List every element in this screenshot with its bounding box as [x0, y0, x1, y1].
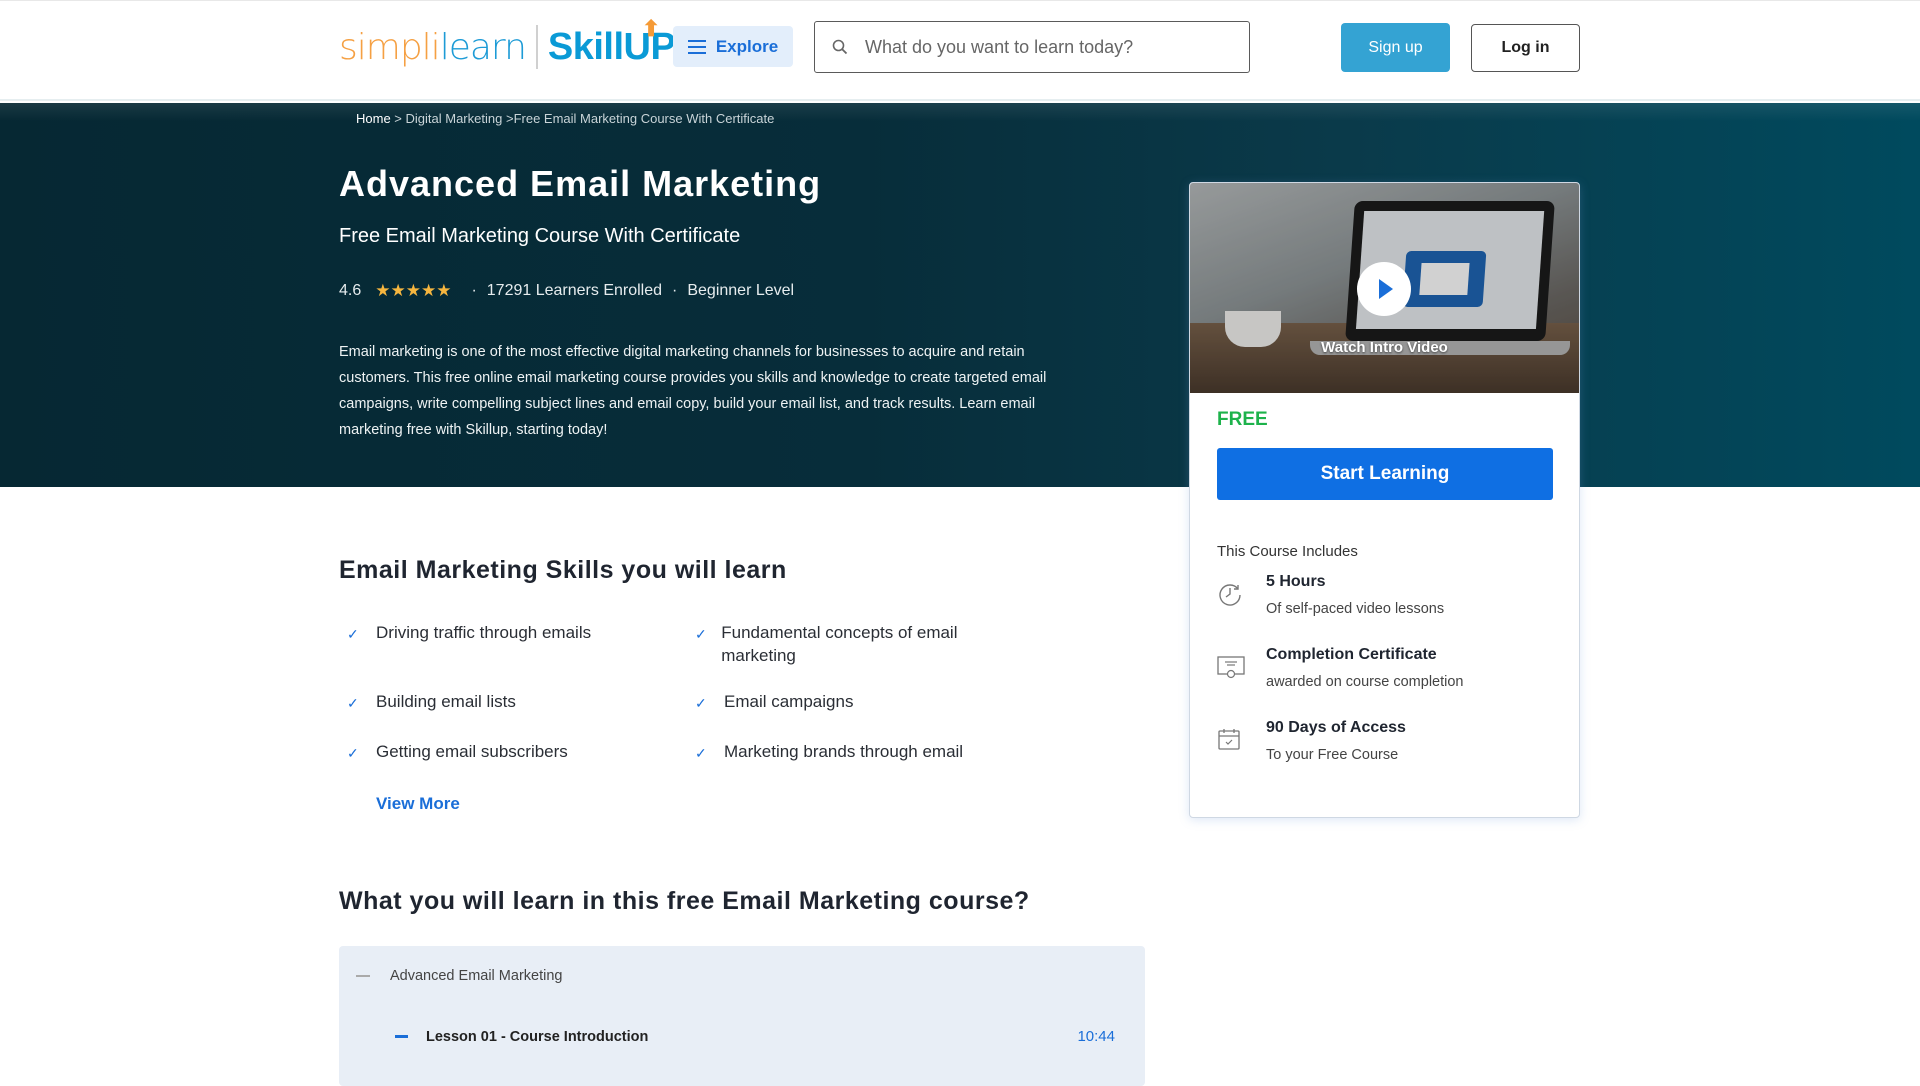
hamburger-menu-icon [687, 39, 706, 54]
course-description: Email marketing is one of the most effec… [339, 344, 1047, 438]
curriculum-accordion: Advanced Email Marketing Lesson 01 - Cou… [339, 946, 1145, 1086]
skill-label: Marketing brands through email [724, 742, 964, 761]
site-header: simplilearn SkillUP⬆ Explore Sign up Log… [0, 0, 1920, 101]
lesson-collapse-icon [395, 1035, 408, 1038]
lesson-title: Lesson 01 - Course Introduction [426, 1028, 649, 1045]
skill-item: ✓ Fundamental concepts of email marketing [687, 621, 1007, 667]
watch-intro-video-label[interactable]: Watch Intro Video [1190, 339, 1579, 356]
simplilearn-skillup-logo[interactable]: simpli learn SkillUP ⬆ [339, 16, 676, 75]
checkmark-icon: ✓ [695, 626, 707, 642]
include-subtitle: To your Free Course [1266, 747, 1399, 763]
skill-item: ✓ Getting email subscribers [339, 740, 679, 765]
skill-item: ✓ Marketing brands through email [687, 740, 1007, 765]
certificate-icon [1217, 646, 1266, 690]
explore-label: Explore [715, 36, 779, 56]
logo-simpli-text: simpli [339, 26, 441, 68]
meta-separator: · [471, 282, 477, 299]
logo-divider [535, 25, 538, 69]
skill-label: Getting email subscribers [376, 742, 568, 761]
skill-label: Driving traffic through emails [376, 623, 592, 642]
skill-label: Email campaigns [724, 692, 854, 711]
search-icon [815, 39, 865, 55]
breadcrumb-current: Free Email Marketing Course With Certifi… [513, 111, 775, 126]
collapse-icon [356, 975, 370, 977]
meta-separator: · [672, 282, 678, 299]
lesson-duration: 10:44 [1077, 1028, 1115, 1045]
checkmark-icon: ✓ [347, 626, 359, 642]
search-box[interactable] [814, 21, 1250, 73]
skills-section-title: Email Marketing Skills you will learn [339, 556, 787, 584]
breadcrumb-separator: > [390, 111, 406, 126]
course-title: Advanced Email Marketing [339, 163, 822, 204]
include-subtitle: Of self-paced video lessons [1266, 601, 1445, 617]
skill-item: ✓ Email campaigns [687, 690, 1007, 715]
include-title: 5 Hours [1266, 573, 1326, 590]
skill-item: ✓ Building email lists [339, 690, 679, 715]
include-title: 90 Days of Access [1266, 719, 1406, 736]
include-item-certificate: Completion Certificate awarded on course… [1217, 646, 1463, 690]
logo-learn-text: learn [439, 26, 527, 68]
course-includes-title: This Course Includes [1217, 543, 1358, 560]
breadcrumb-home[interactable]: Home [356, 111, 391, 126]
explore-button[interactable]: Explore [673, 26, 793, 67]
skill-label: Building email lists [376, 692, 516, 711]
include-item-access: 90 Days of Access To your Free Course [1217, 719, 1406, 763]
accordion-section-header[interactable]: Advanced Email Marketing [356, 968, 562, 984]
sign-up-button[interactable]: Sign up [1341, 23, 1450, 72]
arrow-up-icon: ⬆ [641, 15, 660, 41]
view-more-link[interactable]: View More [376, 794, 460, 814]
skill-label: Fundamental concepts of email marketing [721, 623, 958, 665]
price-label: FREE [1217, 409, 1268, 430]
search-input[interactable] [865, 36, 1225, 58]
course-subtitle: Free Email Marketing Course With Certifi… [339, 225, 741, 247]
calendar-icon [1217, 719, 1266, 763]
checkmark-icon: ✓ [347, 745, 359, 761]
include-item-hours: 5 Hours Of self-paced video lessons [1217, 573, 1444, 617]
star-rating-icons: ★★★★★ [375, 281, 452, 300]
play-icon[interactable] [1357, 262, 1411, 316]
include-subtitle: awarded on course completion [1266, 674, 1464, 690]
checkmark-icon: ✓ [695, 745, 707, 761]
course-level: Beginner Level [687, 282, 795, 299]
log-in-button[interactable]: Log in [1471, 24, 1580, 72]
learners-enrolled: 17291 Learners Enrolled [486, 282, 663, 299]
logo-skillup-text: SkillUP ⬆ [548, 16, 676, 69]
clock-icon [1217, 573, 1266, 617]
course-hero: Home > Digital Marketing >Free Email Mar… [0, 103, 1920, 487]
skill-item: ✓ Driving traffic through emails [339, 621, 679, 646]
course-meta: 4.6 ★★★★★ · 17291 Learners Enrolled · Be… [339, 281, 794, 301]
rating-value: 4.6 [339, 282, 362, 299]
breadcrumb-category[interactable]: Digital Marketing [406, 111, 503, 126]
breadcrumb: Home > Digital Marketing >Free Email Mar… [356, 111, 774, 126]
checkmark-icon: ✓ [695, 695, 707, 711]
enroll-card: Watch Intro Video FREE Start Learning Th… [1189, 182, 1580, 818]
intro-video-thumbnail[interactable]: Watch Intro Video [1190, 183, 1579, 393]
include-title: Completion Certificate [1266, 646, 1437, 663]
start-learning-button[interactable]: Start Learning [1217, 448, 1553, 500]
breadcrumb-separator: > [502, 111, 514, 126]
checkmark-icon: ✓ [347, 695, 359, 711]
curriculum-section-title: What you will learn in this free Email M… [339, 887, 1030, 915]
lesson-row[interactable]: Lesson 01 - Course Introduction 10:44 [395, 1028, 1115, 1045]
section-title: Advanced Email Marketing [390, 968, 563, 984]
